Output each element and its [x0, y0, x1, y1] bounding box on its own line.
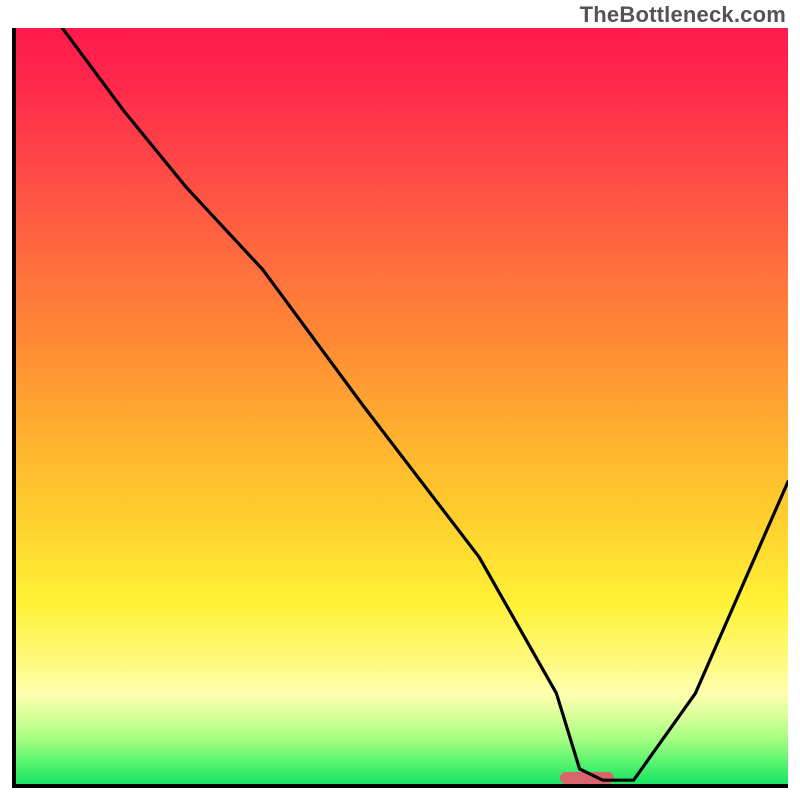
curve-line [16, 28, 788, 784]
plot-area [12, 28, 788, 788]
watermark-text: TheBottleneck.com [580, 2, 786, 28]
chart-container: { "watermark": "TheBottleneck.com", "cha… [0, 0, 800, 800]
